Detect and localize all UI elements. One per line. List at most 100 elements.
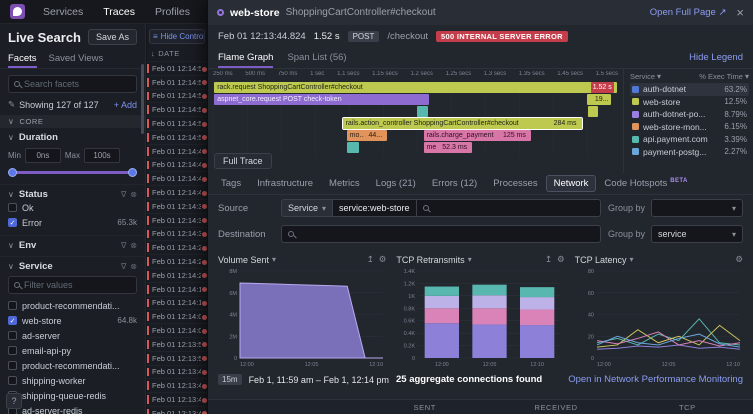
sidebar-scrollbar[interactable] [141, 64, 144, 134]
export-icon[interactable]: ↥ [545, 254, 552, 265]
facet-duration-header[interactable]: ∨ Duration [8, 132, 137, 143]
facet-option[interactable]: ✓ shipping-queue-redis [8, 388, 137, 403]
hide-legend-link[interactable]: Hide Legend [689, 52, 743, 63]
flame-span-bar[interactable] [417, 106, 428, 117]
facet-option[interactable]: ✓ product-recommendati... [8, 358, 137, 373]
exclude-icon[interactable]: ⊗ [130, 190, 137, 199]
datadog-logo[interactable] [10, 4, 25, 19]
legend-exec-column[interactable]: % Exec Time [699, 72, 743, 81]
duration-min-input[interactable] [25, 148, 61, 163]
legend-service-column[interactable]: Service [630, 72, 655, 81]
trace-row[interactable]: Feb 01 12:14:08 [147, 309, 207, 323]
filter-icon[interactable]: ∇ [121, 190, 126, 199]
legend-row[interactable]: auth-dotnet 63.2% [630, 83, 749, 96]
exclude-icon[interactable]: ⊗ [130, 262, 137, 271]
detail-tab[interactable]: Network [547, 176, 596, 191]
legend-row[interactable]: payment-postg... 2.27% [630, 146, 749, 159]
detail-tab[interactable]: Processes [486, 176, 544, 191]
trace-row[interactable]: Feb 01 12:14:47 [147, 158, 207, 172]
detail-tab[interactable]: Code Hotspots BETA [597, 176, 694, 191]
trace-row[interactable]: Feb 01 12:14:21 [147, 268, 207, 282]
volume-sent-chart[interactable]: 02M4M6M8M12:0012:0512:10 [218, 267, 386, 369]
facet-status-header[interactable]: ∨ Status ∇ ⊗ [8, 189, 137, 200]
nav-item[interactable]: Traces [103, 6, 135, 18]
trace-row[interactable]: Feb 01 12:14:33 [147, 227, 207, 241]
trace-row[interactable]: Feb 01 12:13:53 [147, 351, 207, 365]
trace-row[interactable]: Feb 01 12:14:25 [147, 254, 207, 268]
checkbox[interactable]: ✓ [8, 316, 17, 325]
flame-span-bar[interactable] [347, 142, 359, 153]
search-facets-input[interactable] [24, 79, 131, 89]
sidebar-tab[interactable]: Facets [8, 50, 37, 68]
trace-row[interactable]: Feb 01 12:14:56 [147, 89, 207, 103]
trace-row[interactable]: Feb 01 12:13:58 [147, 337, 207, 351]
flame-span-bar[interactable]: aspnet_core.request POST check-token [214, 94, 429, 105]
help-chat-button[interactable]: ? [6, 393, 22, 409]
open-full-page-link[interactable]: Open Full Page ↗ [650, 7, 727, 18]
flame-span-bar[interactable] [588, 106, 598, 117]
chevron-down-icon[interactable]: ▾ [630, 255, 634, 264]
facet-option[interactable]: ✓ email-api-py [8, 343, 137, 358]
full-trace-button[interactable]: Full Trace [214, 153, 272, 169]
trace-row[interactable]: Feb 01 12:13:40 [147, 406, 207, 414]
export-icon[interactable]: ↥ [367, 254, 374, 265]
trace-row[interactable]: Feb 01 12:14:59 [147, 61, 207, 75]
trace-row[interactable]: Feb 01 12:14:42 [147, 185, 207, 199]
flame-span-bar[interactable]: rai... 19... [587, 94, 611, 105]
facet-option[interactable]: ✓ Error 65.3k [8, 215, 137, 230]
detail-tab[interactable]: Errors (12) [425, 176, 484, 191]
destination-group-by-select[interactable]: service ▾ [651, 225, 743, 243]
checkbox[interactable]: ✓ [8, 301, 17, 310]
facet-option[interactable]: ✓ ad-server [8, 328, 137, 343]
tcp-latency-chart[interactable]: 02040608012:0012:0512:10 [575, 267, 743, 369]
legend-row[interactable]: web-store-mon... 6.15% [630, 121, 749, 134]
facet-env-header[interactable]: ∨ Env ∇ ⊗ [8, 240, 137, 251]
facet-option[interactable]: ✓ shipping-worker [8, 373, 137, 388]
trace-row[interactable]: Feb 01 12:13:44 [147, 392, 207, 406]
exclude-icon[interactable]: ⊗ [130, 241, 137, 250]
legend-row[interactable]: auth-dotnet-po... 8.79% [630, 108, 749, 121]
flame-span-bar[interactable]: rack.request ShoppingCartController#chec… [214, 82, 617, 93]
trace-row[interactable]: Feb 01 12:14:45 [147, 171, 207, 185]
trace-row[interactable]: Feb 01 12:14:53 [147, 116, 207, 130]
gear-icon[interactable]: ⚙ [557, 254, 565, 265]
trace-row[interactable]: Feb 01 12:14:29 [147, 240, 207, 254]
trace-row[interactable]: Feb 01 12:14:58 [147, 75, 207, 89]
facet-option[interactable]: ✓ ad-server-redis [8, 403, 137, 414]
trace-row[interactable]: Feb 01 12:14:03 [147, 323, 207, 337]
nav-item[interactable]: Profiles [155, 6, 190, 18]
checkbox[interactable]: ✓ [8, 361, 17, 370]
trace-row[interactable]: Feb 01 12:14:17 [147, 282, 207, 296]
trace-row[interactable]: Feb 01 12:13:49 [147, 365, 207, 379]
slider-handle-min[interactable] [8, 168, 17, 177]
date-column-header[interactable]: ↓ DATE [147, 47, 207, 61]
trace-row[interactable]: Feb 01 12:14:55 [147, 102, 207, 116]
gear-icon[interactable]: ⚙ [735, 254, 743, 265]
sidebar-tab[interactable]: Saved Views [49, 50, 104, 68]
gear-icon[interactable]: ⚙ [379, 254, 387, 265]
chevron-down-icon[interactable]: ▾ [272, 255, 276, 264]
facet-service-header[interactable]: ∨ Service ∇ ⊗ [8, 261, 137, 272]
checkbox[interactable]: ✓ [8, 218, 17, 227]
filter-icon[interactable]: ∇ [121, 262, 126, 271]
facet-option[interactable]: ✓ Ok [8, 200, 137, 215]
facet-option[interactable]: ✓ product-recommendati... [8, 298, 137, 313]
duration-slider[interactable] [10, 165, 135, 179]
detail-tab[interactable]: Infrastructure [250, 176, 320, 191]
filter-icon[interactable]: ∇ [121, 241, 126, 250]
legend-row[interactable]: web-store 12.5% [630, 96, 749, 109]
nav-item[interactable]: Services [43, 6, 83, 18]
close-icon[interactable]: × [736, 6, 744, 19]
flame-span-bar[interactable]: me... 52.3 ms [424, 142, 473, 153]
duration-max-input[interactable] [84, 148, 120, 163]
legend-row[interactable]: api.payment.com 3.39% [630, 133, 749, 146]
save-as-button[interactable]: Save As [88, 29, 137, 45]
core-group-header[interactable]: ∨ CORE [0, 115, 145, 128]
checkbox[interactable]: ✓ [8, 331, 17, 340]
trace-row[interactable]: Feb 01 12:13:45 [147, 378, 207, 392]
flame-span-bar[interactable]: rails.action_controller ShoppingCartCont… [343, 118, 582, 129]
chevron-down-icon[interactable]: ▾ [468, 255, 472, 264]
open-npm-link[interactable]: Open in Network Performance Monitoring [568, 374, 743, 385]
time-range-badge[interactable]: 15m [218, 374, 242, 385]
trace-row[interactable]: Feb 01 12:14:12 [147, 296, 207, 310]
